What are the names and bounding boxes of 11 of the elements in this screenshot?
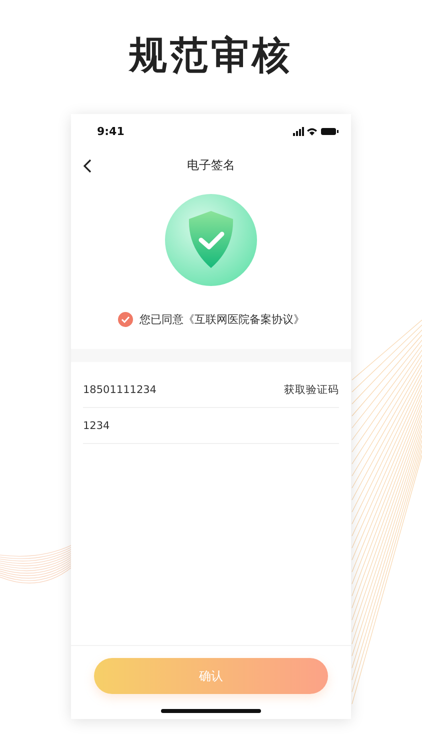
code-field[interactable]: 1234	[83, 420, 110, 432]
status-time: 9:41	[97, 124, 124, 138]
agreement-checkbox[interactable]	[118, 312, 132, 327]
headline: 规范审核	[129, 32, 293, 79]
shield-check-icon	[165, 194, 257, 286]
get-code-link[interactable]: 获取验证码	[284, 382, 339, 396]
agreement-text: 您已同意《互联网医院备案协议》	[140, 312, 304, 327]
status-icons	[293, 126, 339, 136]
nav-title: 电子签名	[187, 156, 235, 174]
phone-field[interactable]: 18501111234	[83, 384, 156, 396]
check-icon	[120, 316, 130, 323]
